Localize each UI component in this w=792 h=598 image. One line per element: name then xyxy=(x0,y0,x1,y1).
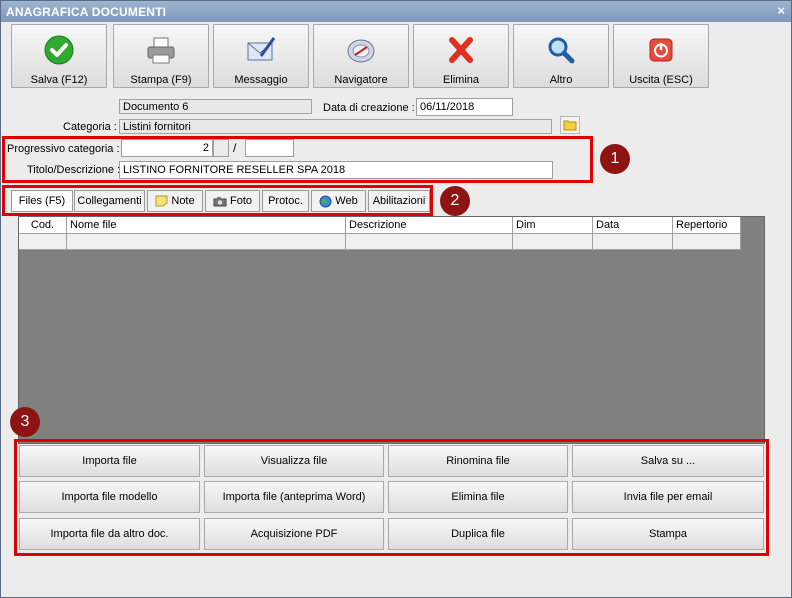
camera-icon xyxy=(213,196,227,207)
category-field: Listini fornitori xyxy=(119,119,552,134)
import-file-word-preview-button[interactable]: Importa file (anteprima Word) xyxy=(204,481,384,513)
callout-badge-3: 3 xyxy=(10,407,40,437)
table-cell xyxy=(67,234,346,249)
callout-badge-1: 1 xyxy=(600,144,630,174)
progressive-label: Progressivo categoria : xyxy=(7,143,120,155)
progressive-spinner[interactable] xyxy=(213,139,229,157)
close-icon[interactable]: × xyxy=(777,3,785,18)
navigator-button[interactable]: Navigatore xyxy=(313,24,409,88)
title-label: Titolo/Descrizione : xyxy=(27,164,121,176)
view-file-button[interactable]: Visualizza file xyxy=(204,445,384,477)
message-button-label: Messaggio xyxy=(234,74,288,86)
delete-button[interactable]: Elimina xyxy=(413,24,509,88)
table-cell xyxy=(513,234,593,249)
column-header-repertorio[interactable]: Repertorio xyxy=(673,217,741,233)
exit-button[interactable]: Uscita (ESC) xyxy=(613,24,709,88)
delete-button-label: Elimina xyxy=(442,74,480,86)
column-header-dim[interactable]: Dim xyxy=(513,217,593,233)
category-label: Categoria : xyxy=(63,121,117,133)
tab-abilitazioni-label: Abilitazioni xyxy=(372,195,426,207)
folder-icon xyxy=(563,120,577,131)
grid-header: Cod. Nome file Descrizione Dim Data Repe… xyxy=(19,217,741,234)
table-cell xyxy=(19,234,67,249)
tab-files[interactable]: Files (F5) xyxy=(11,190,73,212)
email-file-button[interactable]: Invia file per email xyxy=(572,481,764,513)
tab-abilitazioni[interactable]: Abilitazioni xyxy=(368,190,430,212)
tab-note-label: Note xyxy=(171,195,195,207)
magnifier-icon xyxy=(548,37,575,64)
compass-icon xyxy=(347,39,375,63)
tab-foto-label: Foto xyxy=(229,195,252,207)
exit-button-label: Uscita (ESC) xyxy=(629,74,693,86)
window-title: ANAGRAFICA DOCUMENTI xyxy=(6,5,167,19)
pdf-acquisition-button[interactable]: Acquisizione PDF xyxy=(204,518,384,550)
power-icon xyxy=(649,38,673,62)
message-button[interactable]: Messaggio xyxy=(213,24,309,88)
navigator-button-label: Navigatore xyxy=(334,74,388,86)
title-field[interactable]: LISTINO FORNITORE RESELLER SPA 2018 xyxy=(119,161,553,179)
import-file-button[interactable]: Importa file xyxy=(19,445,200,477)
category-browse-button[interactable] xyxy=(560,116,580,134)
print-button-label: Stampa (F9) xyxy=(130,74,192,86)
import-template-file-button[interactable]: Importa file modello xyxy=(19,481,200,513)
column-header-data[interactable]: Data xyxy=(593,217,673,233)
print-button[interactable]: Stampa (F9) xyxy=(113,24,209,88)
delete-file-button[interactable]: Elimina file xyxy=(388,481,568,513)
tab-foto[interactable]: Foto xyxy=(205,190,260,212)
save-button-label: Salva (F12) xyxy=(30,74,88,86)
column-header-descrizione[interactable]: Descrizione xyxy=(346,217,513,233)
tab-collegamenti[interactable]: Collegamenti xyxy=(74,190,145,212)
tab-protoc-label: Protoc. xyxy=(268,195,303,207)
other-button-label: Altro xyxy=(549,74,573,86)
column-header-nome-file[interactable]: Nome file xyxy=(67,217,346,233)
title-bar: ANAGRAFICA DOCUMENTI × xyxy=(1,1,791,22)
progressive-suffix-field[interactable] xyxy=(245,139,294,157)
save-button[interactable]: Salva (F12) xyxy=(11,24,107,88)
duplicate-file-button[interactable]: Duplica file xyxy=(388,518,568,550)
import-from-other-doc-button[interactable]: Importa file da altro doc. xyxy=(19,518,200,550)
callout-badge-2: 2 xyxy=(440,186,470,216)
tab-files-label: Files (F5) xyxy=(18,195,66,207)
print-files-button[interactable]: Stampa xyxy=(572,518,764,550)
creation-date-label: Data di creazione : xyxy=(323,102,415,114)
table-cell xyxy=(593,234,673,249)
tab-note[interactable]: Note xyxy=(147,190,203,212)
progressive-separator: / xyxy=(233,141,237,155)
files-grid[interactable]: Cod. Nome file Descrizione Dim Data Repe… xyxy=(18,216,765,444)
rename-file-button[interactable]: Rinomina file xyxy=(388,445,568,477)
globe-icon xyxy=(319,195,332,208)
printer-icon xyxy=(147,37,175,64)
tab-collegamenti-label: Collegamenti xyxy=(77,195,142,207)
tab-web[interactable]: Web xyxy=(311,190,366,212)
table-cell xyxy=(673,234,741,249)
table-cell xyxy=(346,234,513,249)
progressive-field[interactable]: 2 xyxy=(121,139,213,157)
document-name-field: Documento 6 xyxy=(119,99,312,114)
creation-date-field[interactable]: 06/11/2018 xyxy=(416,98,513,116)
tab-web-label: Web xyxy=(335,195,358,207)
column-header-cod[interactable]: Cod. xyxy=(19,217,67,233)
note-icon xyxy=(155,195,168,207)
anagrafica-documenti-window: ANAGRAFICA DOCUMENTI × Salva (F12) Stamp… xyxy=(0,0,792,598)
delete-x-icon xyxy=(449,37,473,63)
check-icon xyxy=(44,35,74,65)
other-button[interactable]: Altro xyxy=(513,24,609,88)
table-row[interactable] xyxy=(19,234,741,250)
mail-icon xyxy=(247,37,276,61)
tab-protoc[interactable]: Protoc. xyxy=(262,190,309,212)
save-to-button[interactable]: Salva su ... xyxy=(572,445,764,477)
